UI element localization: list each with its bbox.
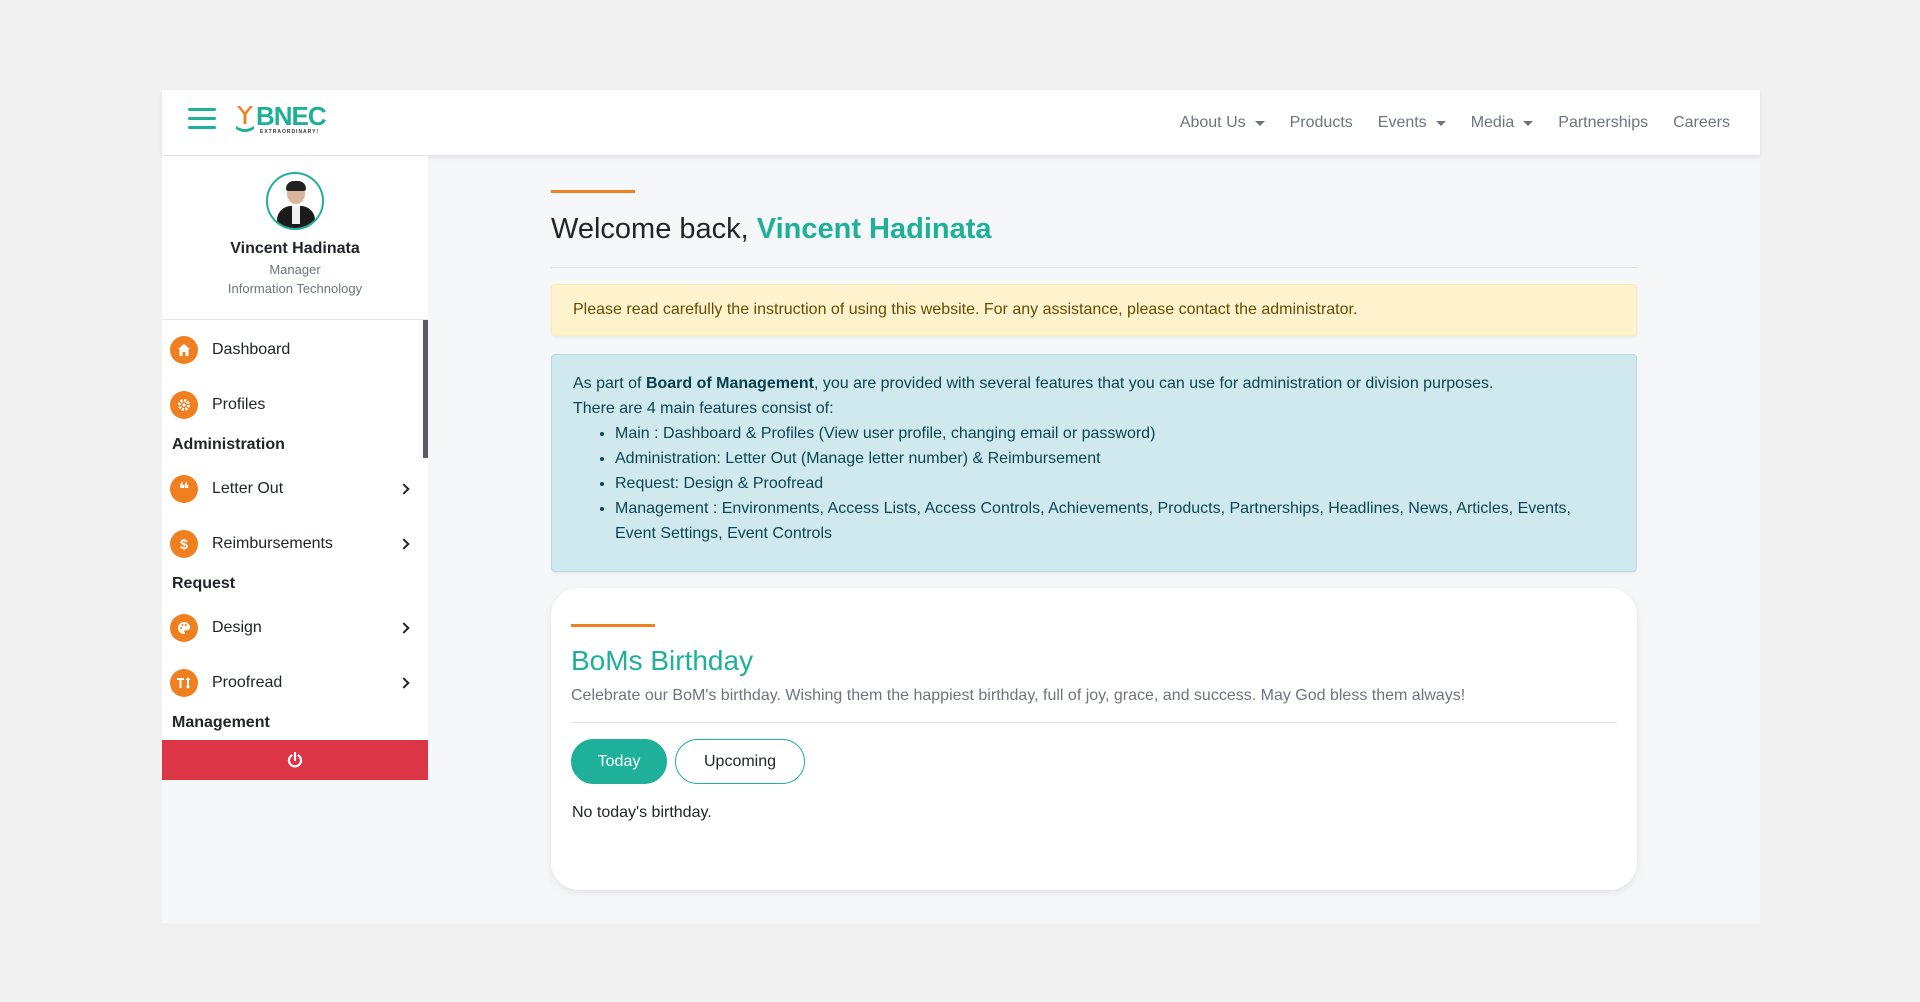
features-list: Main : Dashboard & Profiles (View user p…: [593, 421, 1615, 546]
tab-upcoming[interactable]: Upcoming: [675, 739, 805, 784]
nav-partnerships[interactable]: Partnerships: [1558, 114, 1648, 132]
birthday-tabs: Today Upcoming: [571, 739, 1617, 784]
caret-down-icon: [1523, 120, 1534, 126]
birthday-empty-message: No today's birthday.: [572, 804, 712, 821]
chevron-right-icon: [398, 622, 410, 634]
list-item: Request: Design & Proofread: [615, 471, 1615, 496]
gear-icon: [170, 391, 198, 419]
user-profile-card: Vincent Hadinata Manager Information Tec…: [162, 156, 428, 320]
nav-products[interactable]: Products: [1290, 114, 1353, 132]
sidebar-item-label: Reimbursements: [212, 535, 333, 552]
birthday-subtitle: Celebrate our BoM's birthday. Wishing th…: [571, 687, 1466, 704]
list-item: Management : Environments, Access Lists,…: [615, 496, 1615, 546]
main-content: Welcome back, Vincent Hadinata Please re…: [551, 156, 1637, 890]
title-accent-bar: [551, 190, 635, 193]
welcome-prefix: Welcome back,: [551, 213, 749, 245]
title-divider: [551, 267, 1637, 268]
brand-logo[interactable]: BNEC EXTRAORDINARY!: [234, 101, 327, 136]
profile-division: Information Technology: [227, 281, 363, 296]
list-item: Main : Dashboard & Profiles (View user p…: [615, 421, 1615, 446]
sidebar-item-label: Letter Out: [212, 480, 284, 497]
tab-today[interactable]: Today: [571, 739, 667, 784]
card-divider: [571, 722, 1617, 723]
card-accent-bar: [571, 624, 655, 627]
chevron-right-icon: [398, 483, 410, 495]
birthday-card: BoMs Birthday Celebrate our BoM's birthd…: [551, 588, 1637, 890]
sidebar: Vincent Hadinata Manager Information Tec…: [162, 156, 428, 780]
list-item: Administration: Letter Out (Manage lette…: [615, 446, 1615, 471]
sidebar-item-profiles[interactable]: Profiles: [170, 385, 422, 425]
welcome-name: Vincent Hadinata: [756, 213, 992, 245]
sidebar-heading-management: Management: [172, 714, 270, 731]
caret-down-icon: [1254, 120, 1265, 126]
avatar[interactable]: [266, 172, 324, 230]
sidebar-item-letter-out[interactable]: ❝ Letter Out: [170, 469, 422, 509]
nav-media[interactable]: Media: [1471, 114, 1534, 132]
page-title: Welcome back, Vincent Hadinata: [551, 213, 1637, 253]
nav-careers[interactable]: Careers: [1673, 114, 1730, 132]
dollar-icon: $: [170, 530, 198, 558]
sidebar-item-label: Design: [212, 619, 262, 636]
instruction-alert-text: Please read carefully the instruction of…: [573, 301, 1358, 318]
info-intro: As part of Board of Management, you are …: [573, 375, 1494, 392]
sidebar-scrollbar[interactable]: [423, 320, 428, 458]
nav-about-us[interactable]: About Us: [1180, 114, 1265, 132]
quote-icon: ❝: [170, 475, 198, 503]
caret-down-icon: [1435, 120, 1446, 126]
logout-button[interactable]: [162, 740, 428, 780]
nav-events[interactable]: Events: [1378, 114, 1446, 132]
sidebar-item-label: Dashboard: [212, 341, 291, 358]
hamburger-menu-icon[interactable]: [188, 108, 216, 136]
palette-icon: [170, 614, 198, 642]
sidebar-heading-request: Request: [172, 575, 236, 592]
birthday-title: BoMs Birthday: [571, 645, 754, 676]
nav-links: About Us Products Events Media Partnersh…: [1155, 90, 1730, 156]
chevron-right-icon: [398, 677, 410, 689]
sidebar-item-label: Profiles: [212, 396, 266, 413]
app-frame: BNEC EXTRAORDINARY! About Us Products Ev…: [162, 90, 1760, 923]
top-navbar: BNEC EXTRAORDINARY! About Us Products Ev…: [162, 90, 1760, 156]
info-line2: There are 4 main features consist of:: [573, 400, 834, 417]
instruction-alert: Please read carefully the instruction of…: [551, 284, 1637, 336]
profile-name: Vincent Hadinata: [230, 240, 360, 257]
chevron-right-icon: [398, 538, 410, 550]
sidebar-menu: Dashboard Profiles Administration ❝ Lett…: [162, 320, 428, 732]
text-height-icon: [170, 669, 198, 697]
power-icon: [287, 751, 303, 768]
sidebar-item-reimbursements[interactable]: $ Reimbursements: [170, 524, 422, 564]
sidebar-item-design[interactable]: Design: [170, 608, 422, 648]
home-icon: [170, 336, 198, 364]
brand-tagline: EXTRAORDINARY!: [260, 129, 320, 135]
sidebar-item-label: Proofread: [212, 674, 283, 691]
features-info-alert: As part of Board of Management, you are …: [551, 354, 1637, 572]
profile-role: Manager: [269, 262, 321, 277]
logo-emblem-icon: [236, 106, 254, 132]
brand-name: BNEC: [256, 101, 327, 131]
sidebar-item-proofread[interactable]: Proofread: [170, 663, 422, 703]
sidebar-item-dashboard[interactable]: Dashboard: [170, 330, 422, 370]
sidebar-heading-administration: Administration: [172, 436, 285, 453]
info-intro-bold: Board of Management: [645, 375, 814, 392]
